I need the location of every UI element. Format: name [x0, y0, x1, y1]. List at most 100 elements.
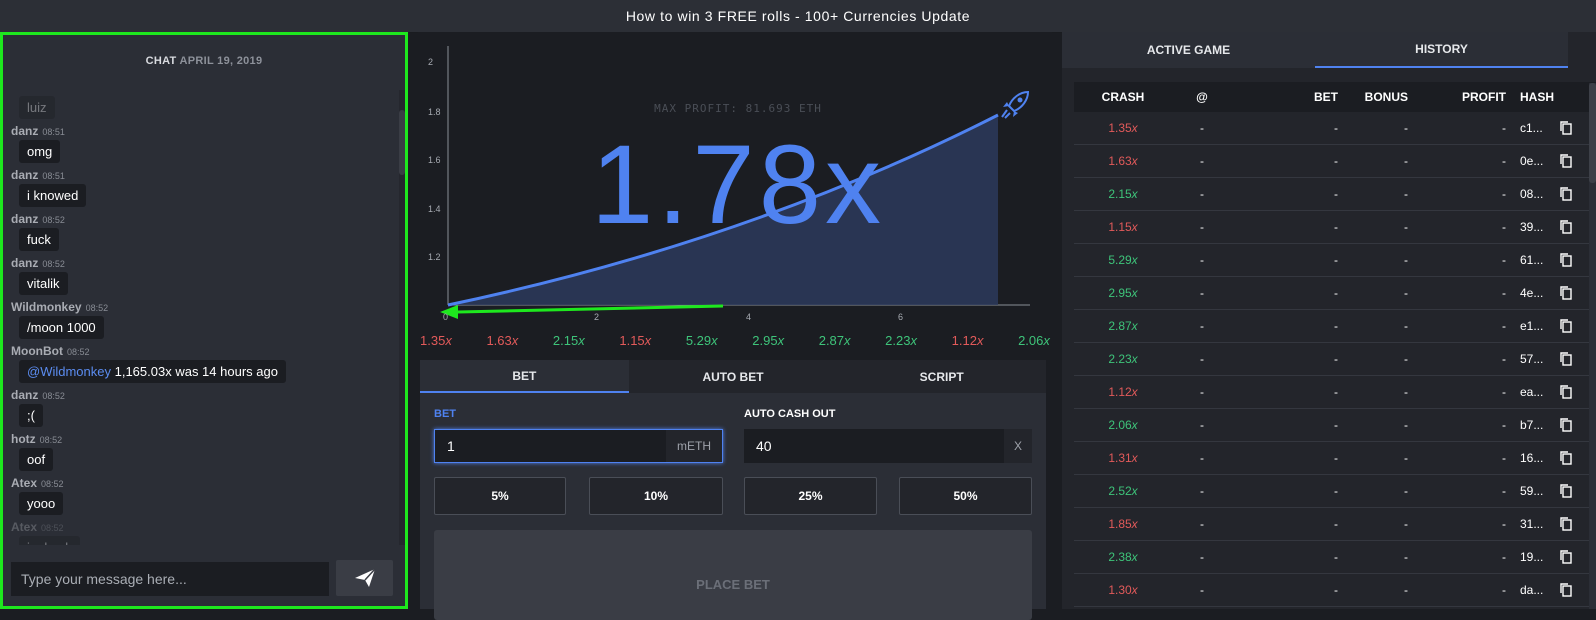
tab-bet[interactable]: BET — [420, 360, 629, 393]
chat-username[interactable]: danz — [11, 388, 38, 402]
copy-hash-button[interactable] — [1560, 583, 1580, 597]
copy-hash-button[interactable] — [1560, 253, 1580, 267]
cell-hash[interactable]: 61... — [1506, 253, 1560, 267]
bet-amount-label: BET — [434, 408, 456, 420]
tab-active-game[interactable]: ACTIVE GAME — [1062, 32, 1315, 68]
cell-hash[interactable]: 57... — [1506, 352, 1560, 366]
chat-username[interactable]: Wildmonkey — [11, 300, 82, 314]
bet-amount-value[interactable]: 1 — [435, 430, 666, 462]
chat-username[interactable]: Atex — [11, 476, 37, 490]
tab-history[interactable]: HISTORY — [1315, 32, 1568, 68]
cell-hash[interactable]: 16... — [1506, 451, 1560, 465]
cell-hash[interactable]: da... — [1506, 583, 1560, 597]
copy-hash-button[interactable] — [1560, 121, 1580, 135]
table-row[interactable]: 1.35x - - - - c1... — [1074, 112, 1596, 145]
table-row[interactable]: 2.95x - - - -4e... — [1074, 277, 1596, 310]
history-scrollbar[interactable] — [1589, 83, 1596, 609]
annotation-arrow — [457, 304, 724, 314]
announcement-title[interactable]: How to win 3 FREE rolls - 100+ Currencie… — [626, 8, 970, 24]
table-row[interactable]: 1.31x - - - -16... — [1074, 442, 1596, 475]
copy-hash-button[interactable] — [1560, 220, 1580, 234]
copy-hash-button[interactable] — [1560, 187, 1580, 201]
history-scrollbar-thumb[interactable] — [1589, 83, 1596, 183]
recent-result-item[interactable]: 2.95x — [752, 333, 784, 351]
chat-send-button[interactable] — [336, 560, 393, 596]
tab-auto-bet[interactable]: AUTO BET — [629, 360, 838, 393]
cell-hash[interactable]: 0e... — [1506, 154, 1560, 168]
recent-result-item[interactable]: 2.23x — [885, 333, 917, 351]
cell-hash[interactable]: ea... — [1506, 385, 1560, 399]
cell-hash[interactable]: 59... — [1506, 484, 1560, 498]
table-row[interactable]: 1.15x - - - -39... — [1074, 211, 1596, 244]
table-row[interactable]: 5.29x - - - -61... — [1074, 244, 1596, 277]
cell-at: - — [1200, 583, 1204, 597]
cell-hash[interactable]: 08... — [1506, 187, 1560, 201]
table-row[interactable]: 1.85x - - - -31... — [1074, 508, 1596, 541]
chat-username[interactable]: danz — [11, 124, 38, 138]
recent-result-item[interactable]: 2.87x — [819, 333, 851, 351]
table-row[interactable]: 2.15x - - - -08... — [1074, 178, 1596, 211]
table-row[interactable]: 1.30x - - - - da... — [1074, 574, 1596, 607]
chat-username[interactable]: MoonBot — [11, 344, 63, 358]
cell-hash[interactable]: 39... — [1506, 220, 1560, 234]
recent-result-item[interactable]: 1.63x — [486, 333, 518, 351]
bet-percent-10-button[interactable]: 10% — [589, 477, 723, 515]
table-row[interactable]: 2.38x - - - -19... — [1074, 541, 1596, 574]
recent-result-item[interactable]: 2.15x — [553, 333, 585, 351]
bet-amount-field[interactable]: 1 mETH — [434, 429, 723, 463]
top-announcement-bar[interactable]: How to win 3 FREE rolls - 100+ Currencie… — [0, 0, 1596, 33]
recent-result-value: 2.23 — [885, 333, 911, 348]
chat-username[interactable]: danz — [11, 256, 38, 270]
table-row[interactable]: 2.87x - - - - e1... — [1074, 310, 1596, 343]
bet-percent-5-button[interactable]: 5% — [434, 477, 566, 515]
copy-hash-button[interactable] — [1560, 154, 1580, 168]
chat-username[interactable]: Atex — [11, 520, 37, 534]
chat-message-input[interactable] — [11, 562, 329, 596]
cell-hash[interactable]: 4e... — [1506, 286, 1560, 300]
copy-hash-button[interactable] — [1560, 352, 1580, 366]
recent-result-item[interactable]: 1.15x — [619, 333, 651, 351]
cell-hash[interactable]: e1... — [1506, 319, 1560, 333]
copy-hash-button[interactable] — [1560, 550, 1580, 564]
bet-percent-25-button[interactable]: 25% — [744, 477, 877, 515]
table-row[interactable]: 1.63x - - - -0e... — [1074, 145, 1596, 178]
auto-cashout-value[interactable]: 40 — [744, 429, 1004, 463]
tab-script[interactable]: SCRIPT — [837, 360, 1046, 393]
chat-username[interactable]: danz — [11, 168, 38, 182]
copy-hash-button[interactable] — [1560, 418, 1580, 432]
chat-message: danz 08:51 omg — [11, 123, 396, 163]
crash-value: 2.87 — [1108, 319, 1132, 333]
cell-hash[interactable]: c1... — [1506, 121, 1560, 135]
copy-icon — [1560, 253, 1572, 267]
cell-hash[interactable]: 19... — [1506, 550, 1560, 564]
cell-bonus: - — [1404, 484, 1408, 498]
copy-hash-button[interactable] — [1560, 484, 1580, 498]
chat-message-header: danz 08:52 — [11, 255, 396, 271]
table-row[interactable]: 2.52x - - - -59... — [1074, 475, 1596, 508]
copy-hash-button[interactable] — [1560, 385, 1580, 399]
cell-hash[interactable]: 31... — [1506, 517, 1560, 531]
bet-percent-50-button[interactable]: 50% — [899, 477, 1032, 515]
copy-hash-button[interactable] — [1560, 451, 1580, 465]
chat-mention[interactable]: @Wildmonkey — [27, 364, 111, 379]
copy-hash-button[interactable] — [1560, 286, 1580, 300]
auto-cashout-field[interactable]: 40 X — [744, 429, 1032, 463]
cell-bet: - — [1334, 451, 1338, 465]
recent-result-item[interactable]: 1.35x — [420, 333, 452, 351]
cell-hash[interactable]: b7... — [1506, 418, 1560, 432]
copy-hash-button[interactable] — [1560, 517, 1580, 531]
table-row[interactable]: 1.12x - - - - ea... — [1074, 376, 1596, 409]
chat-scrollbar-thumb[interactable] — [399, 110, 405, 175]
copy-hash-button[interactable] — [1560, 319, 1580, 333]
chat-message-bubble: oof — [19, 448, 54, 471]
chat-username[interactable]: danz — [11, 212, 38, 226]
recent-result-item[interactable]: 5.29x — [686, 333, 718, 351]
table-row[interactable]: 2.06x - - - - b7... — [1074, 409, 1596, 442]
table-row[interactable]: 2.23x - - - -57... — [1074, 343, 1596, 376]
place-bet-button[interactable]: PLACE BET — [434, 530, 1032, 620]
recent-result-item[interactable]: 2.06x — [1018, 333, 1050, 351]
recent-result-item[interactable]: 1.12x — [952, 333, 984, 351]
chat-scrollbar[interactable] — [399, 90, 405, 545]
chat-username[interactable]: hotz — [11, 432, 36, 446]
chat-timestamp: 08:52 — [42, 215, 65, 225]
